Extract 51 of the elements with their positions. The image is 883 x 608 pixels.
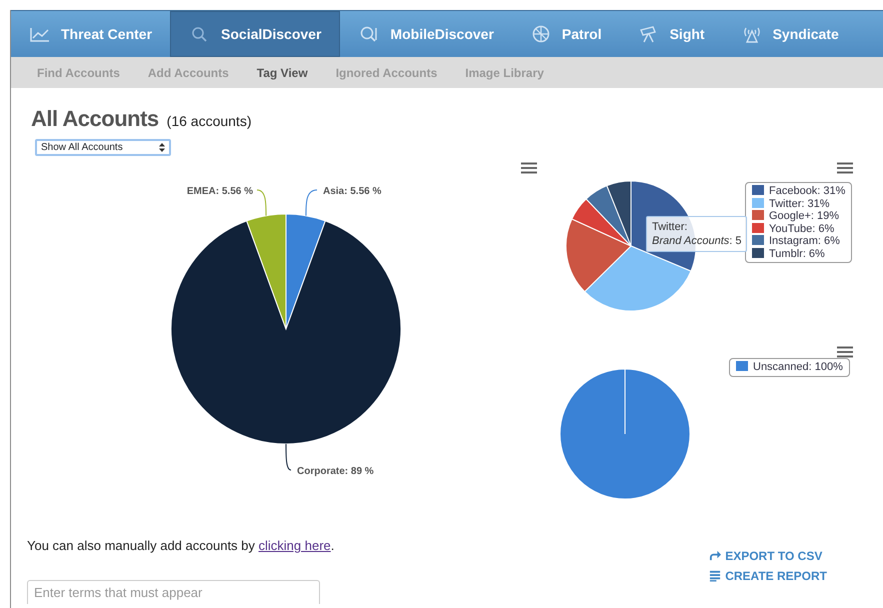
legend-label[interactable]: Twitter: 31% xyxy=(769,198,830,210)
menu-icon[interactable] xyxy=(837,346,853,358)
legend-label[interactable]: Google+: 19% xyxy=(769,210,840,222)
legend-swatch xyxy=(752,248,764,258)
legend-swatch xyxy=(752,210,764,220)
menu-icon[interactable] xyxy=(837,162,853,174)
legend-swatch xyxy=(752,235,764,245)
updown-arrows-icon xyxy=(159,143,165,152)
page-title: All Accounts xyxy=(31,105,159,133)
tooltip-value: Brand Accounts: 5 xyxy=(652,234,742,248)
pie-slice[interactable] xyxy=(606,180,632,246)
subnav-link[interactable]: Tag View xyxy=(256,64,308,82)
pie-slice[interactable] xyxy=(566,218,632,292)
tooltip-title: Twitter: xyxy=(652,220,688,234)
chart-icon xyxy=(29,25,51,43)
account-count: (16 accounts) xyxy=(166,112,252,131)
legend-label[interactable]: Tumblr: 6% xyxy=(769,248,825,260)
nav-tab[interactable]: Threat Center xyxy=(11,11,170,57)
legend-swatch xyxy=(752,198,764,208)
legend-label[interactable]: YouTube: 6% xyxy=(769,222,834,234)
pie-slice[interactable] xyxy=(571,198,632,246)
legend-label[interactable]: Facebook: 31% xyxy=(769,185,846,197)
menu-icon[interactable] xyxy=(521,162,537,174)
leader-line xyxy=(256,190,267,216)
nav-tab[interactable]: Syndicate xyxy=(722,11,857,57)
data-label: EMEA: 5.56 % xyxy=(186,186,253,197)
filter-select[interactable]: Show All Accounts xyxy=(35,139,171,156)
instruction-text: You can also manually add accounts by clicking here. xyxy=(27,537,334,555)
search-field[interactable]: Enter terms that must appear xyxy=(27,580,320,604)
legend-swatch xyxy=(736,361,748,371)
nav-tab[interactable]: MobileDiscover xyxy=(340,11,512,57)
action-link[interactable]: CREATE REPORT xyxy=(709,566,827,586)
pie-slice[interactable] xyxy=(170,220,402,444)
legend-swatch xyxy=(752,185,764,195)
leader-line xyxy=(286,444,292,470)
legend-swatch xyxy=(752,222,764,232)
pie-slice[interactable] xyxy=(584,246,692,312)
nav-tab[interactable]: Sight xyxy=(620,11,723,57)
data-label: Asia: 5.56 % xyxy=(323,186,382,197)
legend-label[interactable]: Instagram: 6% xyxy=(769,235,840,247)
leader-line xyxy=(305,190,318,216)
pie-slice[interactable] xyxy=(586,185,632,246)
nav-tab[interactable]: SocialDiscover xyxy=(170,11,340,57)
action-link[interactable]: EXPORT TO CSV xyxy=(709,546,827,566)
document-icon xyxy=(709,570,722,582)
share-arrow-icon xyxy=(709,550,722,562)
nav-tab[interactable]: Patrol xyxy=(512,11,620,57)
inline-link[interactable]: clicking here xyxy=(258,538,331,553)
legend-label[interactable]: Unscanned: 100% xyxy=(753,361,843,373)
data-label: Corporate: 89 % xyxy=(297,466,374,477)
pie-slice[interactable] xyxy=(246,214,286,330)
